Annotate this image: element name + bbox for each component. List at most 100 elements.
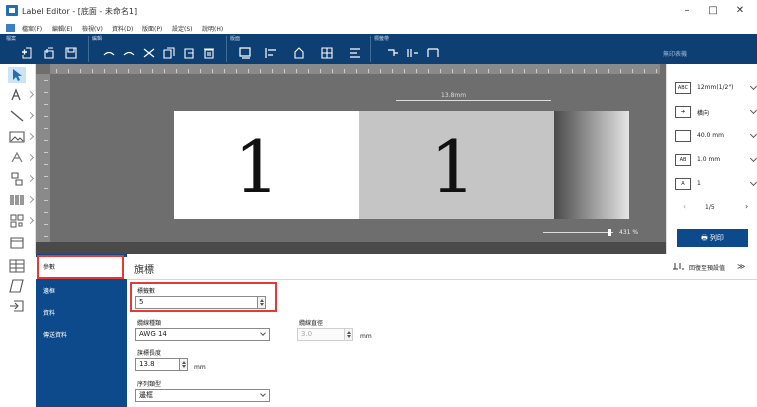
text-tool-dropdown[interactable] <box>26 90 35 99</box>
shape-tool-icon[interactable] <box>8 171 26 187</box>
copies-icon: A <box>675 178 691 190</box>
zoom-level: 431 % <box>619 229 639 236</box>
menu-view[interactable]: 檢視(V) <box>82 24 103 33</box>
zoom-slider[interactable] <box>543 232 613 233</box>
ruler-tick <box>188 69 189 73</box>
shape-tool-dropdown[interactable] <box>26 174 35 183</box>
page-navigator: ‹ 1/5 › <box>683 202 749 211</box>
ribbon-group-tape: 標籤帶 <box>374 36 390 42</box>
paste-icon[interactable] <box>182 46 196 60</box>
ruler-tick <box>368 69 369 73</box>
diameter-label: 纜線直徑 <box>299 320 324 327</box>
sequence-type-select[interactable]: 邊框 <box>135 389 270 402</box>
orientation-setting[interactable]: ➜ 橫向 <box>673 104 757 120</box>
tape-feed-icon[interactable] <box>386 46 400 60</box>
maximize-button[interactable]: □ <box>700 3 726 19</box>
close-button[interactable]: ✕ <box>727 3 753 19</box>
label-number-1[interactable]: 1 <box>234 131 280 203</box>
diameter-unit: mm <box>360 333 372 340</box>
tape-width-setting[interactable]: ABC 12mm(1/2") <box>673 80 757 96</box>
chevron-down-icon[interactable] <box>749 154 757 163</box>
table-layout-icon[interactable] <box>8 258 26 274</box>
app-icon <box>6 5 18 16</box>
restore-default-icon[interactable] <box>671 261 685 271</box>
line-tool-icon[interactable] <box>8 108 26 124</box>
menu-layout[interactable]: 版面(P) <box>142 24 162 33</box>
label-segment-fade <box>554 111 629 219</box>
margin-setting[interactable]: AB 1.0 mm <box>673 152 757 168</box>
tape-length-icon[interactable] <box>426 46 440 60</box>
delete-icon[interactable] <box>202 46 216 60</box>
menu-settings[interactable]: 設定(S) <box>172 24 193 33</box>
new-file-icon[interactable] <box>20 46 34 60</box>
rotate-icon[interactable] <box>292 46 306 60</box>
qr-tool-dropdown[interactable] <box>26 216 35 225</box>
menu-bar: 檔案(F) 編輯(E) 檢視(V) 資料(D) 版面(P) 設定(S) 說明(H… <box>0 22 757 34</box>
frame-icon[interactable] <box>238 46 252 60</box>
ruler-tick <box>44 224 48 225</box>
distribute-icon[interactable] <box>348 46 362 60</box>
previous-page-icon[interactable]: ‹ <box>683 202 686 211</box>
text-tool-icon[interactable] <box>8 87 26 103</box>
clipart-tool-icon[interactable] <box>8 150 26 166</box>
ruler-tick <box>308 69 309 73</box>
menu-data[interactable]: 資料(D) <box>112 24 133 33</box>
barcode-tool-dropdown[interactable] <box>26 195 35 204</box>
label-number-2[interactable]: 1 <box>430 131 476 203</box>
copy-icon[interactable] <box>162 46 176 60</box>
length-setting[interactable]: 40.0 mm <box>673 128 757 144</box>
menu-edit[interactable]: 編輯(E) <box>52 24 72 33</box>
menu-file[interactable]: 檔案(F) <box>22 24 42 33</box>
image-tool-icon[interactable] <box>8 129 26 145</box>
vertical-ruler <box>36 74 50 242</box>
chevron-down-icon[interactable] <box>749 130 757 139</box>
nav-item-transfer-data[interactable]: 傳送資料 <box>36 325 127 347</box>
restore-default-button[interactable]: 回復至預設值 <box>689 263 725 272</box>
line-tool-dropdown[interactable] <box>26 111 35 120</box>
ruler-tick <box>404 69 405 73</box>
open-file-icon[interactable] <box>42 46 56 60</box>
date-tool-icon[interactable] <box>8 234 26 250</box>
flag-length-unit: mm <box>194 364 206 371</box>
ruler-tick <box>44 140 48 141</box>
ruler-tick <box>512 69 513 73</box>
next-page-icon[interactable]: › <box>745 202 748 211</box>
import-icon[interactable] <box>8 298 26 314</box>
copies-setting[interactable]: A 1 <box>673 176 757 192</box>
redo-icon[interactable] <box>122 46 136 60</box>
diameter-stepper[interactable] <box>344 328 353 341</box>
nav-item-border[interactable]: 邊框 <box>36 281 127 303</box>
barcode-tool-icon[interactable] <box>8 192 26 208</box>
clipart-tool-dropdown[interactable] <box>26 153 35 162</box>
cable-type-select[interactable]: AWG 14 <box>135 328 270 341</box>
qr-tool-icon[interactable] <box>8 213 26 229</box>
ribbon-group-layout: 版面 <box>230 36 241 42</box>
ruler-tick <box>284 69 285 73</box>
flag-layout-icon[interactable] <box>8 278 26 294</box>
collapse-panel-icon[interactable]: ≫ <box>737 262 745 271</box>
ruler-tick <box>140 69 141 73</box>
chevron-down-icon[interactable] <box>749 178 757 187</box>
canvas-horizontal-scrollbar[interactable] <box>36 242 666 254</box>
save-icon[interactable] <box>64 46 78 60</box>
print-button[interactable]: 🖶 列印 <box>677 229 748 247</box>
ribbon-separator <box>226 36 227 62</box>
select-tool-icon[interactable] <box>8 67 26 83</box>
tape-cut-icon[interactable] <box>406 46 420 60</box>
label-canvas[interactable]: 13.8mm 1 1 431 % <box>36 64 666 254</box>
ruler-tick <box>128 69 129 73</box>
menu-help[interactable]: 說明(H) <box>202 24 223 33</box>
ruler-tick <box>44 128 48 129</box>
cut-icon[interactable] <box>142 46 156 60</box>
zoom-slider-thumb[interactable] <box>608 229 611 236</box>
image-tool-dropdown[interactable] <box>26 132 35 141</box>
flag-length-stepper[interactable] <box>179 358 188 371</box>
group-icon[interactable] <box>320 46 334 60</box>
printer-status[interactable]: 無印表機 <box>663 49 687 58</box>
minimize-button[interactable]: – <box>674 3 700 19</box>
undo-icon[interactable] <box>102 46 116 60</box>
nav-item-data[interactable]: 資料 <box>36 303 127 325</box>
align-icon[interactable] <box>264 46 278 60</box>
chevron-down-icon[interactable] <box>749 106 757 115</box>
chevron-down-icon[interactable] <box>749 82 757 91</box>
